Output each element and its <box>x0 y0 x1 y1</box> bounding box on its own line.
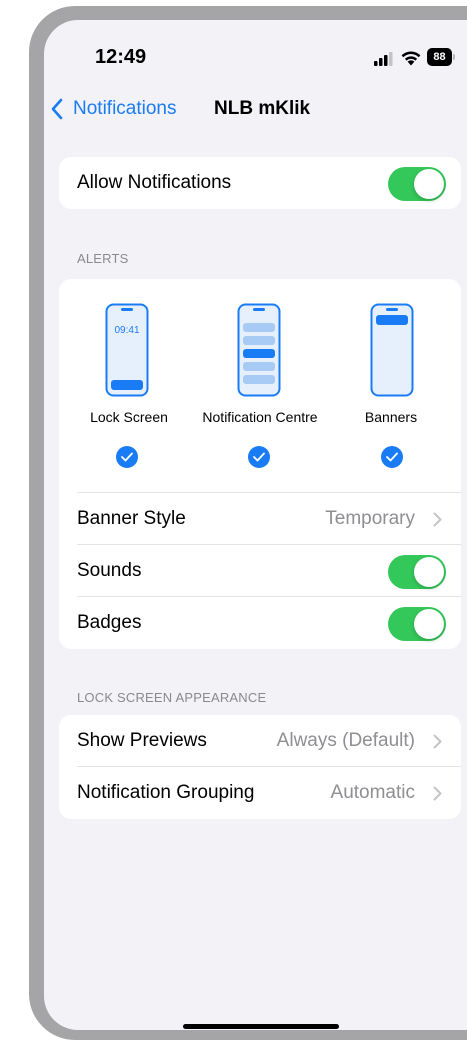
battery-level: 88 <box>427 48 452 66</box>
show-previews-row[interactable]: Show Previews Always (Default) <box>77 715 461 767</box>
show-previews-value: Always (Default) <box>276 730 415 751</box>
allow-notifications-row: Allow Notifications <box>77 157 461 209</box>
sounds-toggle[interactable] <box>388 555 446 589</box>
lock-screen-preview-icon <box>105 303 149 397</box>
sounds-row: Sounds <box>77 545 461 597</box>
allow-notifications-toggle[interactable] <box>388 167 446 201</box>
allow-notifications-label: Allow Notifications <box>77 172 232 193</box>
back-button[interactable]: Notifications <box>50 96 177 122</box>
alert-option-label: Notification Centre <box>202 409 318 425</box>
notification-centre-preview-icon <box>237 303 281 397</box>
alerts-section-header: ALERTS <box>77 251 129 266</box>
lock-screen-preview-time: 09:41 <box>114 325 140 336</box>
lock-screen-appearance-group: Show Previews Always (Default) Notificat… <box>59 715 461 819</box>
toggle-knob <box>414 609 444 639</box>
banner-style-row[interactable]: Banner Style Temporary <box>77 493 461 545</box>
status-time: 12:49 <box>95 46 147 68</box>
banners-preview-icon <box>370 303 414 397</box>
alert-option-banners[interactable]: Banners <box>321 279 461 479</box>
allow-notifications-group: Allow Notifications <box>59 157 461 209</box>
banner-style-value: Temporary <box>325 508 415 529</box>
alert-option-lock-screen[interactable]: 09:41 Lock Screen <box>59 279 199 479</box>
settings-screen: 12:49 88 Notifications NLB mKlik Allow N… <box>44 20 467 1030</box>
home-indicator[interactable] <box>183 1024 339 1029</box>
checkmark-icon <box>381 446 403 468</box>
alert-option-label: Banners <box>364 409 418 425</box>
badges-toggle[interactable] <box>388 607 446 641</box>
notification-grouping-row[interactable]: Notification Grouping Automatic <box>77 767 461 819</box>
alert-option-label: Lock Screen <box>90 409 168 425</box>
checkmark-icon <box>116 446 138 468</box>
chevron-left-icon <box>51 98 63 120</box>
chevron-right-icon <box>433 734 442 749</box>
notification-grouping-value: Automatic <box>330 782 415 803</box>
badges-row: Badges <box>77 597 461 649</box>
show-previews-label: Show Previews <box>77 730 207 751</box>
banner-style-label: Banner Style <box>77 508 186 529</box>
wifi-icon <box>401 51 421 66</box>
toggle-knob <box>414 557 444 587</box>
cellular-signal-icon <box>374 52 393 66</box>
badges-label: Badges <box>77 612 142 633</box>
lock-screen-appearance-header: LOCK SCREEN APPEARANCE <box>77 690 267 705</box>
notification-grouping-label: Notification Grouping <box>77 782 255 803</box>
battery-icon: 88 <box>427 48 455 66</box>
alerts-group: 09:41 Lock Screen Notification Centre Ba… <box>59 279 461 649</box>
chevron-right-icon <box>433 786 442 801</box>
back-button-label: Notifications <box>73 98 177 119</box>
battery-cap <box>453 54 455 60</box>
chevron-right-icon <box>433 512 442 527</box>
alert-option-notification-centre[interactable]: Notification Centre <box>190 279 330 479</box>
sounds-label: Sounds <box>77 560 142 581</box>
toggle-knob <box>414 169 444 199</box>
page-title: NLB mKlik <box>214 98 311 119</box>
checkmark-icon <box>248 446 270 468</box>
